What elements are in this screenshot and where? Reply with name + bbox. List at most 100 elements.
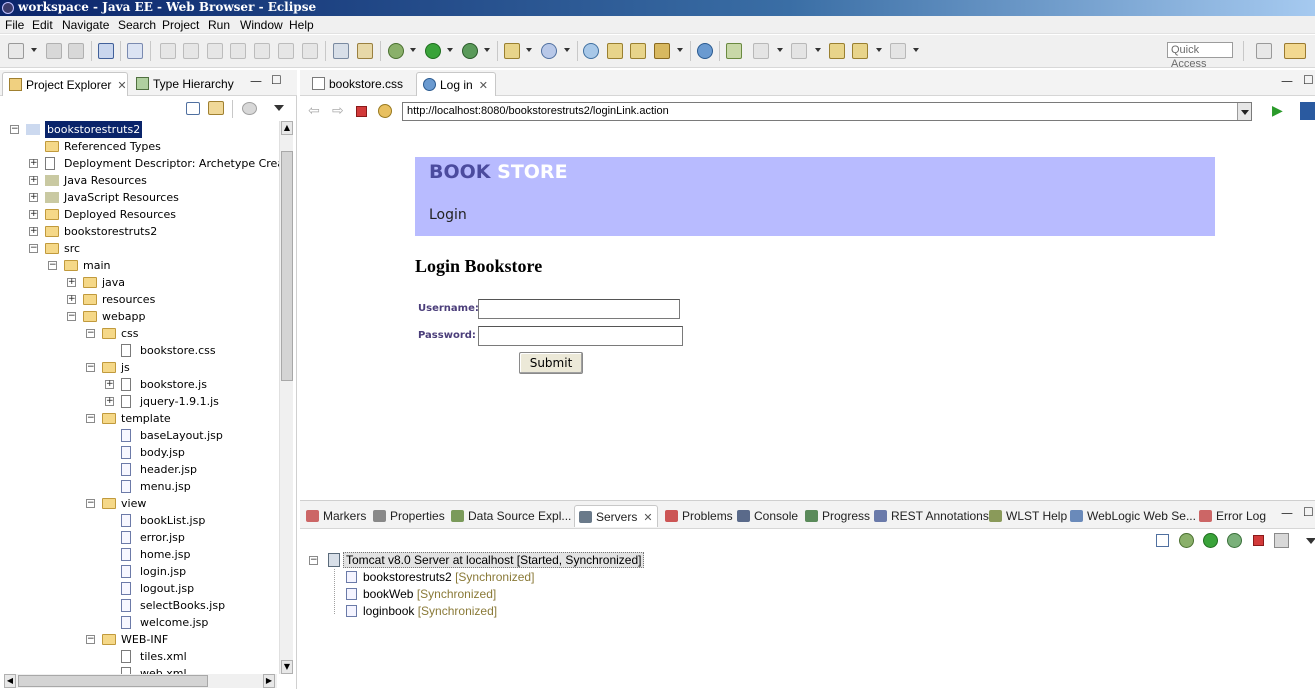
expand-icon[interactable]: + — [29, 227, 38, 236]
open-task-icon[interactable] — [607, 43, 623, 59]
tree-item[interactable]: + Deployed Resources — [0, 206, 280, 223]
module-loginbook[interactable]: loginbook [Synchronized] — [363, 603, 497, 620]
tree-item[interactable]: − webapp — [0, 308, 280, 325]
collapse-icon[interactable]: − — [10, 125, 19, 134]
minimize-icon[interactable]: — — [1281, 506, 1293, 520]
publish-server-icon[interactable] — [1274, 533, 1289, 548]
quick-access-field[interactable]: Quick Access — [1167, 42, 1233, 70]
collapse-icon[interactable]: − — [86, 329, 95, 338]
profile-server-icon[interactable] — [1227, 533, 1242, 548]
run-dropdown-icon[interactable] — [447, 48, 453, 52]
tab-wlst-help[interactable]: WLST Help — [989, 505, 1067, 527]
disconnect-icon[interactable] — [230, 43, 246, 59]
tree-item[interactable]: − template — [0, 410, 280, 427]
tab-rest-annotations[interactable]: REST Annotations — [874, 505, 989, 527]
scroll-up-icon[interactable]: ▲ — [281, 121, 293, 135]
collapse-icon[interactable]: − — [86, 499, 95, 508]
next-annotation-icon[interactable] — [753, 43, 769, 59]
maximize-icon[interactable]: ☐ — [1303, 505, 1314, 519]
go-icon[interactable]: ▶ — [1272, 103, 1283, 119]
tree-item[interactable]: menu.jsp — [0, 478, 280, 495]
external-dropdown-icon[interactable] — [484, 48, 490, 52]
collapse-all-icon[interactable] — [186, 102, 200, 115]
new-icon[interactable] — [8, 43, 24, 59]
link-with-editor-icon[interactable] — [208, 101, 224, 115]
server-tomcat[interactable]: Tomcat v8.0 Server at localhost [Started… — [343, 552, 645, 569]
expand-icon[interactable]: + — [67, 278, 76, 287]
menu-login-link[interactable]: Login — [429, 207, 467, 223]
save-icon[interactable] — [46, 43, 62, 59]
menu-edit[interactable]: Edit — [32, 18, 53, 32]
password-field[interactable] — [478, 326, 683, 346]
view-menu-icon[interactable] — [1306, 538, 1315, 544]
open-resource-icon[interactable] — [630, 43, 646, 59]
menu-file[interactable]: File — [5, 18, 24, 32]
new-dropdown-icon[interactable] — [31, 48, 37, 52]
tree-item[interactable]: error.jsp — [0, 529, 280, 546]
menu-run[interactable]: Run — [208, 18, 230, 32]
tree-item[interactable]: − css — [0, 325, 280, 342]
terminate-icon[interactable] — [207, 43, 223, 59]
expand-icon[interactable]: + — [29, 159, 38, 168]
tab-markers[interactable]: Markers — [306, 505, 366, 527]
start-server-icon[interactable] — [1203, 533, 1218, 548]
minimize-icon[interactable]: — — [1281, 74, 1293, 88]
tab-weblogic-web-services[interactable]: WebLogic Web Se... — [1070, 505, 1196, 527]
java-ee-perspective-icon[interactable] — [1284, 43, 1306, 59]
open-type-icon[interactable] — [583, 43, 599, 59]
tree-item[interactable]: − src — [0, 240, 280, 257]
tree-item[interactable]: − bookstorestruts2 — [0, 121, 280, 138]
tree-item[interactable]: + Deployment Descriptor: Archetype Create… — [0, 155, 280, 172]
menu-project[interactable]: Project — [162, 18, 199, 32]
tree-horizontal-scrollbar[interactable]: ◀ ▶ — [4, 674, 277, 688]
url-input[interactable]: http://localhost:8080/bookstorestruts2/l… — [402, 102, 1252, 121]
tree-item[interactable]: selectBooks.jsp — [0, 597, 280, 614]
expand-icon[interactable]: + — [29, 176, 38, 185]
suspend-icon[interactable] — [183, 43, 199, 59]
tree-item[interactable]: welcome.jsp — [0, 614, 280, 631]
prev-annotation-dropdown-icon[interactable] — [815, 48, 821, 52]
maximize-icon[interactable]: ☐ — [271, 73, 282, 87]
step-into-icon[interactable] — [254, 43, 270, 59]
prev-annotation-icon[interactable] — [791, 43, 807, 59]
menu-search[interactable]: Search — [118, 18, 156, 32]
step-over-icon[interactable] — [278, 43, 294, 59]
tree-vertical-scrollbar[interactable]: ▲ ▼ — [279, 121, 293, 674]
tree-item[interactable]: − WEB-INF — [0, 631, 280, 648]
back-icon[interactable] — [852, 43, 868, 59]
debug-server-icon[interactable] — [1179, 533, 1194, 548]
menu-help[interactable]: Help — [289, 18, 314, 32]
minimize-icon[interactable]: — — [250, 74, 262, 88]
tab-properties[interactable]: Properties — [373, 505, 445, 527]
scroll-left-icon[interactable]: ◀ — [4, 674, 16, 688]
tree-item[interactable]: home.jsp — [0, 546, 280, 563]
new-project-icon[interactable] — [504, 43, 520, 59]
submit-button[interactable]: Submit — [519, 352, 583, 374]
save-all-icon[interactable] — [68, 43, 84, 59]
tab-progress[interactable]: Progress — [805, 505, 870, 527]
collapse-icon[interactable]: − — [67, 312, 76, 321]
tree-item[interactable]: web.xml — [0, 665, 280, 674]
collapse-icon[interactable]: − — [86, 635, 95, 644]
new-class-icon[interactable] — [541, 43, 557, 59]
tab-data-source-explorer[interactable]: Data Source Expl... — [451, 505, 571, 527]
tree-item[interactable]: − main — [0, 257, 280, 274]
module-bookweb[interactable]: bookWeb [Synchronized] — [363, 586, 496, 603]
view-menu-icon[interactable] — [274, 105, 284, 111]
tree-item[interactable]: body.jsp — [0, 444, 280, 461]
tree-item[interactable]: + java — [0, 274, 280, 291]
tree-item[interactable]: header.jsp — [0, 461, 280, 478]
globe-icon[interactable] — [697, 43, 713, 59]
filter-icon[interactable] — [242, 102, 257, 115]
tree-item[interactable]: + bookstore.js — [0, 376, 280, 393]
tree-item[interactable]: − js — [0, 359, 280, 376]
tab-log-in[interactable]: Log in ✕ — [416, 72, 496, 96]
tree-item[interactable]: login.jsp — [0, 563, 280, 580]
run-external-icon[interactable] — [462, 43, 478, 59]
tree-item[interactable]: + resources — [0, 291, 280, 308]
expand-icon[interactable]: + — [29, 193, 38, 202]
collapse-icon[interactable]: − — [29, 244, 38, 253]
stop-server-icon[interactable] — [1253, 535, 1264, 546]
last-edit-icon[interactable] — [829, 43, 845, 59]
tree-item[interactable]: Referenced Types — [0, 138, 280, 155]
